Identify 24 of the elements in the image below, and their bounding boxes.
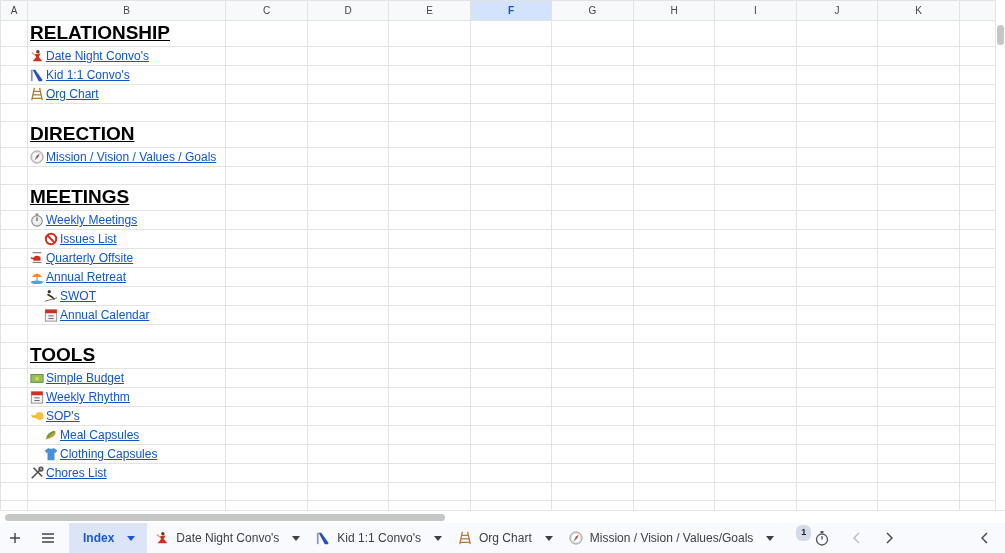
sheet-link[interactable]: SWOT: [60, 289, 96, 303]
section-heading: TOOLS: [29, 343, 97, 367]
sheet-tab[interactable]: Mission / Vision / Values/Goals: [560, 523, 783, 553]
column-header[interactable]: E: [388, 0, 471, 21]
sheet-link[interactable]: SOP's: [46, 409, 80, 423]
column-header[interactable]: C: [225, 0, 308, 21]
sheet-tab[interactable]: Date Night Convo's: [147, 523, 309, 553]
section-heading: DIRECTION: [29, 122, 136, 146]
sheet-tab[interactable]: Index: [69, 523, 148, 553]
column-header[interactable]: A: [0, 0, 28, 21]
column-header[interactable]: I: [714, 0, 797, 21]
section-heading: MEETINGS: [29, 185, 131, 209]
column-header[interactable]: J: [796, 0, 878, 21]
column-header[interactable]: B: [27, 0, 226, 21]
column-header[interactable]: K: [877, 0, 960, 21]
column-header[interactable]: D: [307, 0, 389, 21]
column-header[interactable]: G: [551, 0, 634, 21]
sheet-link[interactable]: Org Chart: [46, 87, 99, 101]
column-header[interactable]: H: [633, 0, 715, 21]
column-header[interactable]: F: [470, 0, 552, 21]
sheet-tab[interactable]: Kid 1:1 Convo's: [308, 523, 451, 553]
section-heading: RELATIONSHIP: [29, 21, 172, 45]
sheet-tab[interactable]: Org Chart: [450, 523, 561, 553]
count-badge: 1: [796, 525, 812, 541]
